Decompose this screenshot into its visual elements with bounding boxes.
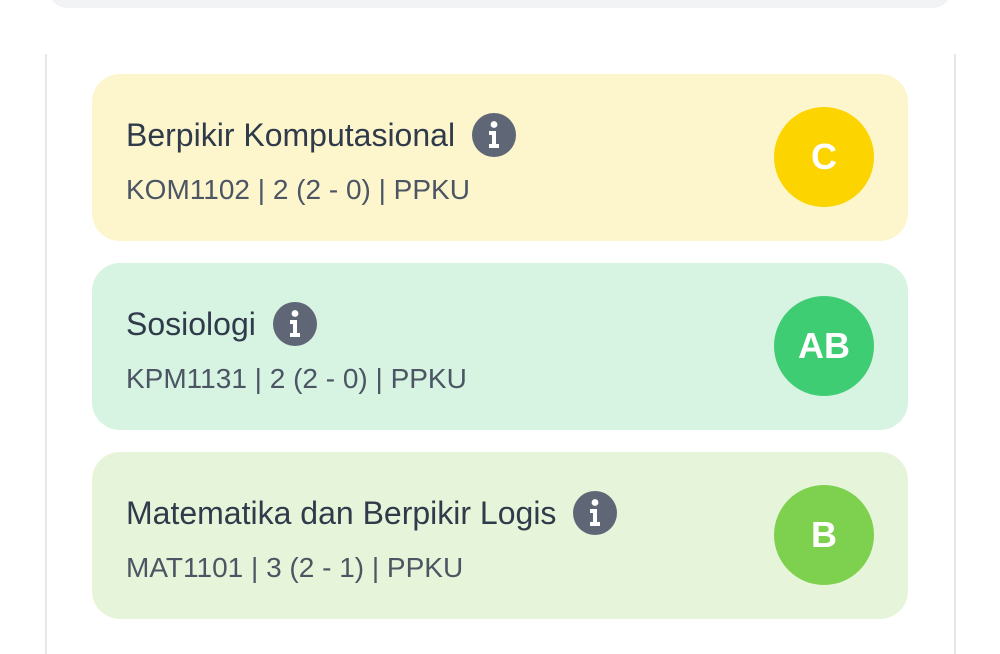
course-meta: MAT1101 | 3 (2 - 1) | PPKU (126, 552, 464, 583)
grade-badge: AB (774, 296, 874, 396)
grade-badge: B (774, 485, 874, 585)
course-meta: KOM1102 | 2 (2 - 0) | PPKU (126, 174, 470, 205)
info-icon[interactable] (272, 301, 318, 347)
course-title-row: Berpikir Komputasional (126, 112, 517, 158)
course-card[interactable]: Sosiologi KPM1131 | 2 (2 - 0) | PPKU AB (92, 263, 908, 430)
course-card[interactable]: Berpikir Komputasional KOM1102 | 2 (2 - … (92, 74, 908, 241)
info-icon[interactable] (471, 112, 517, 158)
grade-badge: C (774, 107, 874, 207)
course-title: Berpikir Komputasional (126, 117, 456, 153)
course-title: Matematika dan Berpikir Logis (126, 495, 557, 531)
course-title-row: Matematika dan Berpikir Logis (126, 490, 618, 536)
course-card[interactable]: Matematika dan Berpikir Logis MAT1101 | … (92, 452, 908, 619)
course-meta: KPM1131 | 2 (2 - 0) | PPKU (126, 363, 467, 394)
info-icon[interactable] (572, 490, 618, 536)
course-title: Sosiologi (126, 306, 256, 342)
search-bar-container[interactable] (48, 0, 952, 8)
course-title-row: Sosiologi (126, 301, 318, 347)
